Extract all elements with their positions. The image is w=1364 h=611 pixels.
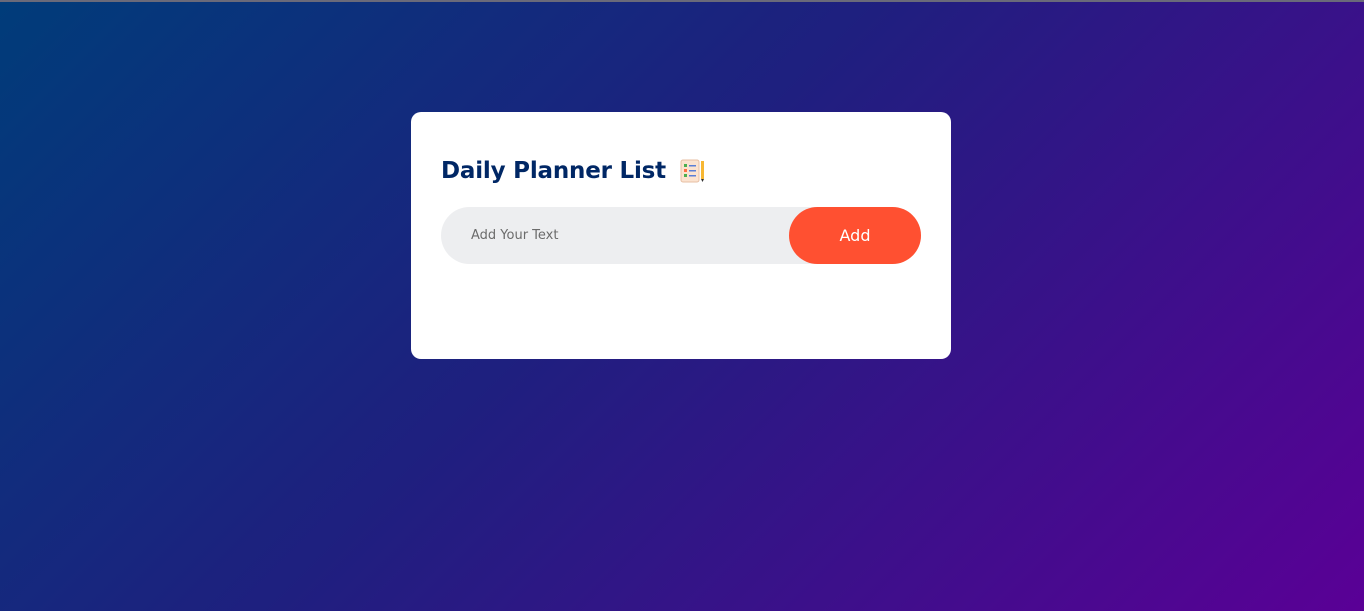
add-button[interactable]: Add [789, 207, 921, 264]
window-top-border [0, 0, 1364, 2]
task-text-input[interactable] [441, 207, 791, 264]
task-list [441, 282, 921, 332]
planner-card: Daily Planner List Add [411, 112, 951, 359]
page-title: Daily Planner List [441, 158, 666, 184]
title-row: Daily Planner List [441, 154, 706, 188]
notepad-icon [678, 157, 706, 185]
task-input-row: Add [441, 207, 921, 264]
